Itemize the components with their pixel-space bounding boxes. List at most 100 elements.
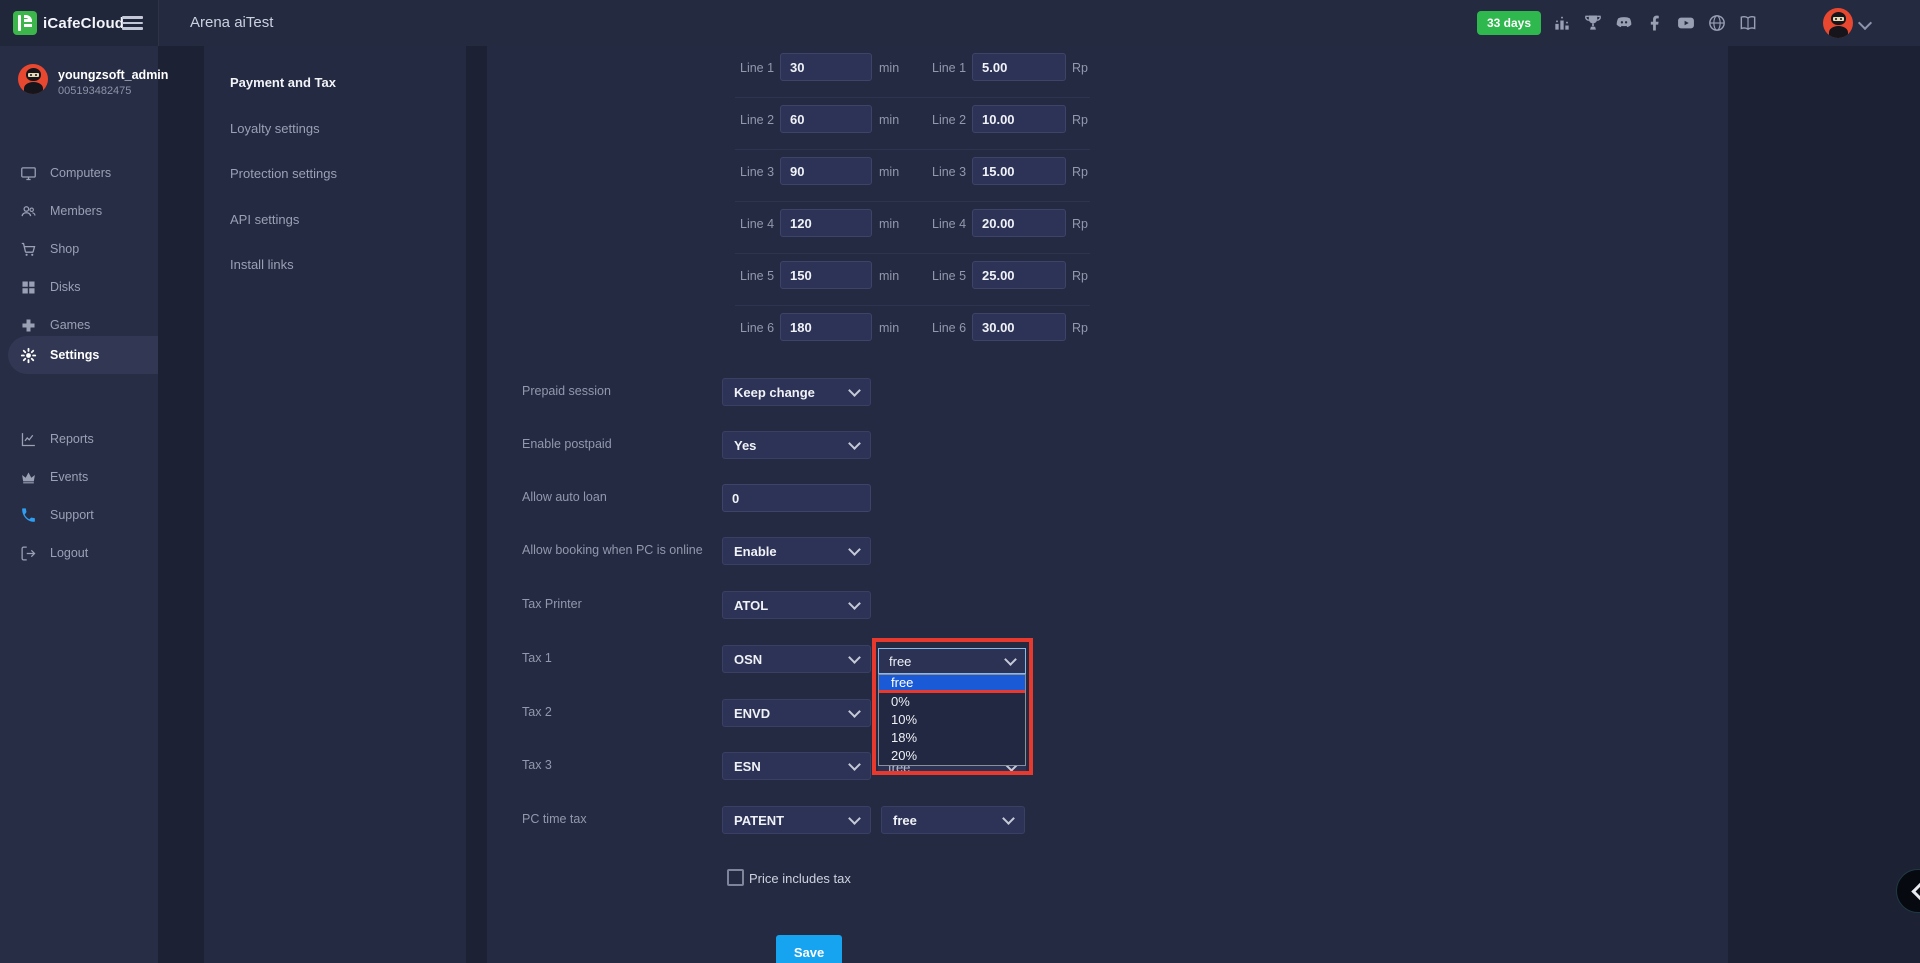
dropdown-option-free[interactable]: free xyxy=(879,675,1025,690)
tax-printer-select[interactable]: ATOL xyxy=(722,591,871,619)
sidebar-item-label: Computers xyxy=(50,166,111,180)
enable-postpaid-select[interactable]: Yes xyxy=(722,431,871,459)
select-value: PATENT xyxy=(734,813,784,828)
facebook-icon[interactable] xyxy=(1645,13,1665,33)
chevron-left-icon xyxy=(1911,882,1920,900)
chart-icon xyxy=(20,431,37,448)
sidebar-item-logout[interactable]: Logout xyxy=(0,534,158,572)
tax3-system-select[interactable]: ESN xyxy=(722,752,871,780)
cafe-title: Arena aiTest xyxy=(190,14,273,31)
icafecloud-app: iCafeCloud Arena aiTest 33 days youngzso… xyxy=(0,0,1920,963)
dropdown-option-20[interactable]: 20% xyxy=(879,747,1025,765)
enable-postpaid-label: Enable postpaid xyxy=(522,437,612,451)
select-value: free xyxy=(888,765,910,772)
chevron-down-icon xyxy=(848,437,861,450)
line-minutes-input[interactable] xyxy=(780,209,872,237)
guide-book-icon[interactable] xyxy=(1738,13,1758,33)
line-minutes-input[interactable] xyxy=(780,313,872,341)
sidebar-item-disks[interactable]: Disks xyxy=(0,268,158,306)
sidebar-item-support[interactable]: Support xyxy=(0,496,158,534)
sidebar-item-reports[interactable]: Reports xyxy=(0,420,158,458)
line-price-input[interactable] xyxy=(972,261,1066,289)
dropdown-option-10[interactable]: 10% xyxy=(879,711,1025,729)
save-button[interactable]: Save xyxy=(776,935,842,963)
globe-icon[interactable] xyxy=(1707,13,1727,33)
tax1-system-select[interactable]: OSN xyxy=(722,645,871,673)
nav-item-api-settings[interactable]: API settings xyxy=(230,212,299,227)
minutes-unit: min xyxy=(879,217,899,231)
nav-item-payment-and-tax[interactable]: Payment and Tax xyxy=(230,75,336,90)
tax2-system-select[interactable]: ENVD xyxy=(722,699,871,727)
settings-nav-panel: Payment and Tax Loyalty settings Protect… xyxy=(204,46,466,963)
chevron-down-icon xyxy=(848,812,861,825)
price-includes-tax-checkbox[interactable] xyxy=(727,869,744,886)
line-price-label: Line 4 xyxy=(932,217,966,231)
user-block[interactable]: youngzsoft_admin 005193482475 xyxy=(0,60,158,110)
price-includes-tax-label: Price includes tax xyxy=(749,871,851,886)
select-value: Keep change xyxy=(734,385,815,400)
pc-time-tax-rate-select[interactable]: free xyxy=(881,806,1025,834)
pc-time-tax-system-select[interactable]: PATENT xyxy=(722,806,871,834)
select-value: free xyxy=(889,654,911,669)
sidebar-item-events[interactable]: Events xyxy=(0,458,158,496)
minutes-unit: min xyxy=(879,269,899,283)
account-chevron-down-icon[interactable] xyxy=(1858,16,1872,30)
chevron-down-icon xyxy=(848,543,861,556)
dropdown-option-18[interactable]: 18% xyxy=(879,729,1025,747)
ninja-avatar-icon xyxy=(18,64,48,94)
line-minutes-input[interactable] xyxy=(780,105,872,133)
line-minutes-input[interactable] xyxy=(780,53,872,81)
members-icon xyxy=(20,203,37,220)
chevron-down-icon xyxy=(1004,653,1017,666)
trophy-icon[interactable] xyxy=(1583,13,1603,33)
topbar: iCafeCloud Arena aiTest 33 days xyxy=(0,0,1920,46)
menu-toggle-icon[interactable] xyxy=(122,16,143,30)
sidebar-item-settings[interactable]: Settings xyxy=(8,336,158,374)
prepaid-session-select[interactable]: Keep change xyxy=(722,378,871,406)
crown-icon xyxy=(20,469,37,486)
prepaid-session-label: Prepaid session xyxy=(522,384,611,398)
user-avatar[interactable] xyxy=(1823,8,1853,38)
ranking-icon[interactable] xyxy=(1552,13,1572,33)
logout-icon xyxy=(20,545,37,562)
line-minutes-label: Line 5 xyxy=(740,269,774,283)
line-price-input[interactable] xyxy=(972,105,1066,133)
youtube-icon[interactable] xyxy=(1676,13,1696,33)
dropdown-option-0[interactable]: 0% xyxy=(879,693,1025,711)
line-price-input[interactable] xyxy=(972,53,1066,81)
line-minutes-input[interactable] xyxy=(780,261,872,289)
line-price-input[interactable] xyxy=(972,209,1066,237)
minutes-unit: min xyxy=(879,113,899,127)
discord-icon[interactable] xyxy=(1614,13,1634,33)
sidebar-avatar xyxy=(18,64,48,94)
icafecloud-logo-icon[interactable] xyxy=(13,11,37,35)
tax3-rate-select-partial[interactable]: free xyxy=(878,765,1026,772)
line-price-input[interactable] xyxy=(972,313,1066,341)
sidebar-item-shop[interactable]: Shop xyxy=(0,230,158,268)
windows-icon xyxy=(20,279,37,296)
sidebar-item-members[interactable]: Members xyxy=(0,192,158,230)
nav-item-loyalty-settings[interactable]: Loyalty settings xyxy=(230,121,320,136)
nav-item-install-links[interactable]: Install links xyxy=(230,257,294,272)
allow-auto-loan-label: Allow auto loan xyxy=(522,490,607,504)
nav-item-protection-settings[interactable]: Protection settings xyxy=(230,166,337,181)
edge-drawer-toggle[interactable] xyxy=(1896,869,1920,913)
line-minutes-input[interactable] xyxy=(780,157,872,185)
payment-and-tax-form: Line 1 min Line 1 Rp Line 2 min Line 2 R… xyxy=(487,46,1728,963)
allow-auto-loan-input[interactable] xyxy=(722,484,871,512)
tax1-rate-select-open[interactable]: free xyxy=(878,648,1026,674)
sidebar-item-computers[interactable]: Computers xyxy=(0,154,158,192)
pc-time-tax-label: PC time tax xyxy=(522,812,587,826)
select-value: Enable xyxy=(734,544,777,559)
line-price-input[interactable] xyxy=(972,157,1066,185)
allow-booking-select[interactable]: Enable xyxy=(722,537,871,565)
license-days-badge[interactable]: 33 days xyxy=(1477,11,1541,35)
price-unit: Rp xyxy=(1072,269,1088,283)
user-id: 005193482475 xyxy=(58,85,131,97)
select-value: ATOL xyxy=(734,598,768,613)
tax-rate-dropdown-list: free 0% 10% 18% 20% xyxy=(878,674,1026,766)
price-unit: Rp xyxy=(1072,113,1088,127)
line-price-label: Line 2 xyxy=(932,113,966,127)
phone-icon xyxy=(20,507,37,524)
tax2-label: Tax 2 xyxy=(522,705,552,719)
